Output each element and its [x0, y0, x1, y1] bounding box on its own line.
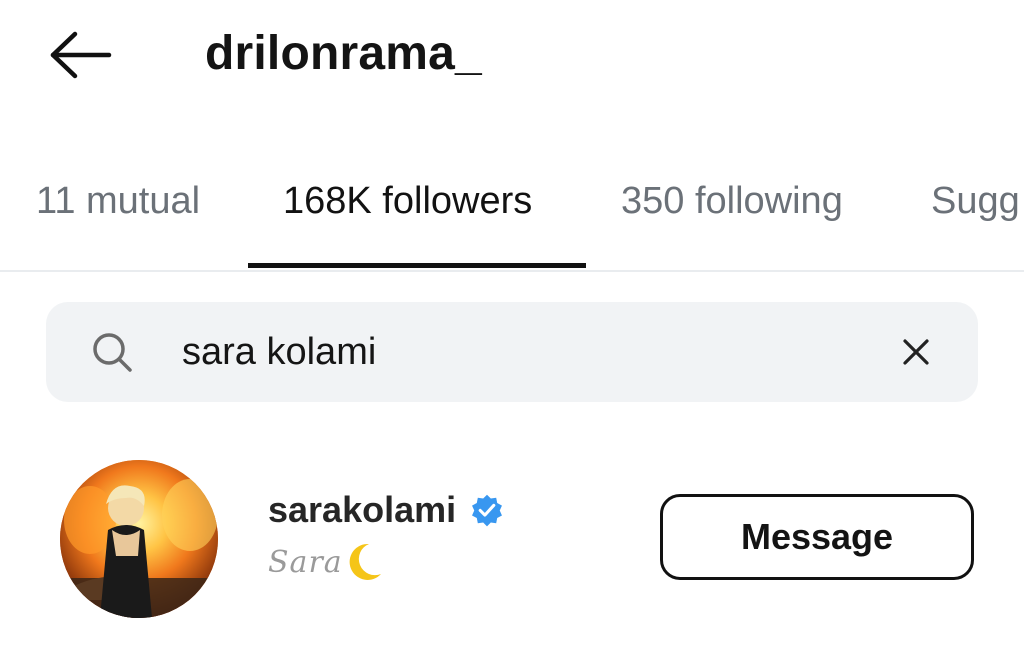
list-item[interactable]: sarakolami Sara Message [0, 440, 1024, 630]
tab-following[interactable]: 350 following [621, 165, 843, 268]
tab-followers[interactable]: 168K followers [283, 165, 532, 268]
top-bar: drilonrama_ [0, 0, 1024, 110]
tab-suggested[interactable]: Sugg [931, 165, 1020, 268]
bio-text: Sara [268, 544, 343, 580]
active-tab-indicator [248, 263, 586, 268]
crescent-moon-icon [349, 543, 381, 580]
page-title: drilonrama_ [205, 27, 482, 80]
follow-tabs: 11 mutual 168K followers 350 following S… [0, 165, 1024, 272]
username[interactable]: sarakolami [268, 488, 456, 532]
search-icon [93, 333, 132, 372]
bio-row: Sara [268, 540, 385, 584]
username-row: sarakolami [268, 488, 504, 532]
close-icon [903, 339, 929, 365]
avatar[interactable] [60, 460, 218, 618]
profile-photo [60, 460, 218, 618]
search-input[interactable] [182, 324, 882, 380]
message-button[interactable]: Message [660, 494, 974, 580]
arrow-left-icon [50, 31, 112, 79]
back-button[interactable] [40, 20, 120, 90]
verified-badge-icon [472, 494, 503, 527]
clear-search-button[interactable] [892, 328, 940, 376]
search-bar [46, 302, 978, 402]
tab-mutual[interactable]: 11 mutual [36, 165, 200, 268]
